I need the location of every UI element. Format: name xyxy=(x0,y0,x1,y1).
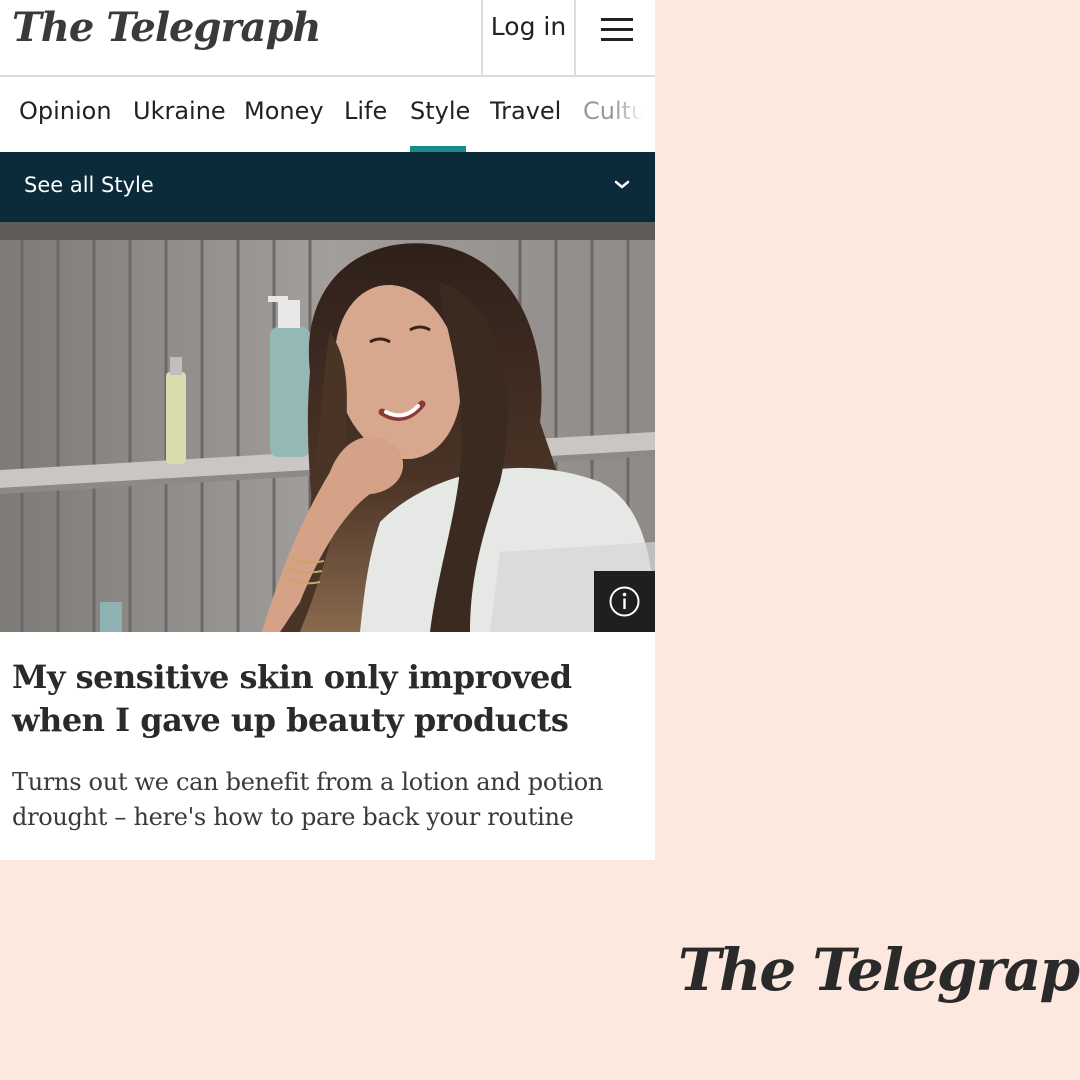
section-dropdown[interactable]: See all Style xyxy=(0,152,655,222)
article-standfirst: Turns out we can benefit from a lotion a… xyxy=(12,768,603,831)
site-header: The Telegraph Log in xyxy=(0,0,655,77)
section-dropdown-label: See all Style xyxy=(24,173,154,197)
nav-item-life[interactable]: Life xyxy=(344,97,387,125)
article-card: The Telegraph Log in Opinion Ukraine Mon… xyxy=(0,0,655,860)
chevron-down-icon xyxy=(614,180,630,189)
info-icon xyxy=(609,586,640,617)
article-photo-illustration xyxy=(0,222,655,632)
section-nav: Opinion Ukraine Money Life Style Travel … xyxy=(0,77,655,152)
login-button[interactable]: Log in xyxy=(481,0,574,75)
site-logo[interactable]: The Telegraph xyxy=(12,4,322,51)
nav-item-travel[interactable]: Travel xyxy=(490,97,561,125)
nav-item-opinion[interactable]: Opinion xyxy=(19,97,112,125)
article-photo[interactable] xyxy=(0,222,655,632)
menu-button[interactable] xyxy=(574,0,655,75)
nav-item-ukraine[interactable]: Ukraine xyxy=(133,97,226,125)
nav-item-money[interactable]: Money xyxy=(244,97,324,125)
nav-fade-mask xyxy=(615,77,655,152)
nav-item-style[interactable]: Style xyxy=(410,97,470,125)
brand-logo: The Telegraph xyxy=(678,936,1080,1004)
image-info-button[interactable] xyxy=(594,571,655,632)
article-headline[interactable]: My sensitive skin only improved when I g… xyxy=(12,656,642,742)
